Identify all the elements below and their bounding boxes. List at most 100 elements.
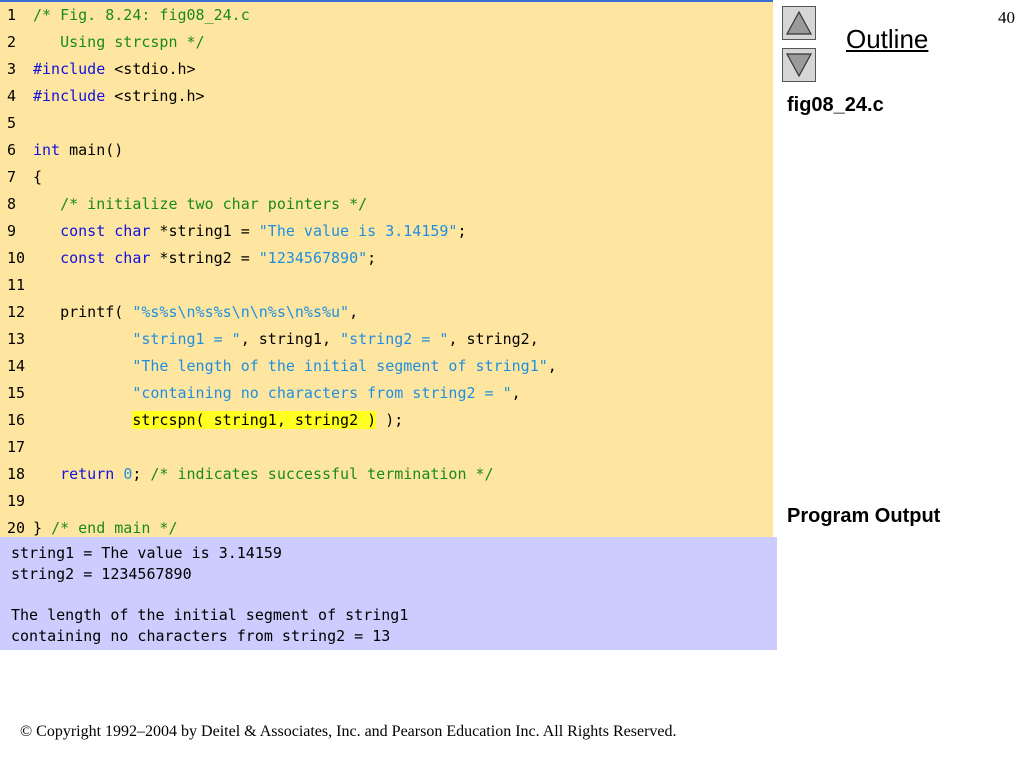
outline-up-button[interactable] bbox=[782, 6, 816, 40]
output-line: string2 = 1234567890 bbox=[11, 564, 192, 583]
code-token: /* initialize two char pointers */ bbox=[33, 195, 368, 213]
code-line: 17 bbox=[0, 434, 773, 461]
code-listing: 1 /* Fig. 8.24: fig08_24.c 2 Using strcspn… bbox=[0, 0, 773, 539]
line-number: 8 bbox=[7, 195, 17, 213]
program-output-label: Program Output bbox=[787, 505, 941, 527]
code-token: char bbox=[114, 249, 151, 267]
line-number: 1 bbox=[7, 6, 17, 24]
code-token: , bbox=[511, 384, 521, 402]
code-text: Using strcspn */ bbox=[33, 29, 205, 56]
code-line: 6 int main() bbox=[0, 137, 773, 164]
line-number: 7 bbox=[7, 168, 17, 186]
code-token: "The length of the initial segment of st… bbox=[132, 357, 548, 375]
code-line: 18 return 0; /* indicates successful ter… bbox=[0, 461, 773, 488]
triangle-down-icon bbox=[786, 53, 812, 78]
line-number: 12 bbox=[7, 303, 26, 321]
code-token: "%s%s\n%s%s\n\n%s\n%s%u" bbox=[132, 303, 350, 321]
code-token: "The value is 3.14159" bbox=[258, 222, 458, 240]
line-number: 14 bbox=[7, 357, 26, 375]
code-token: ; bbox=[132, 465, 151, 483]
code-token: /* indicates successful termination */ bbox=[150, 465, 494, 483]
code-token: Using strcspn */ bbox=[33, 33, 205, 51]
code-line: 11 bbox=[0, 272, 773, 299]
code-text: #include <stdio.h> bbox=[33, 56, 196, 83]
code-token: char bbox=[114, 222, 151, 240]
code-token: strcspn( string1, string2 ) bbox=[132, 411, 377, 429]
code-line: 13 "string1 = ", string1, "string2 = ", … bbox=[0, 326, 773, 353]
outline-link[interactable]: Outline bbox=[846, 24, 928, 55]
triangle-up-icon bbox=[786, 10, 812, 35]
code-text: printf( "%s%s\n%s%s\n\n%s\n%s%u", bbox=[33, 299, 358, 326]
line-number: 3 bbox=[7, 60, 17, 78]
code-token: , string1, bbox=[240, 330, 341, 348]
code-token: /* Fig. 8.24: fig08_24.c bbox=[33, 6, 250, 24]
code-token: , bbox=[349, 303, 359, 321]
code-line: 1 /* Fig. 8.24: fig08_24.c bbox=[0, 2, 773, 29]
program-output-panel: string1 = The value is 3.14159 string2 = … bbox=[0, 537, 777, 650]
code-token: ); bbox=[376, 411, 404, 429]
code-token: return bbox=[60, 465, 115, 483]
code-line: 2 Using strcspn */ bbox=[0, 29, 773, 56]
code-token: 0 bbox=[123, 465, 133, 483]
line-number: 4 bbox=[7, 87, 17, 105]
code-line: 3 #include <stdio.h> bbox=[0, 56, 773, 83]
code-token: main() bbox=[60, 141, 124, 159]
code-text: { bbox=[33, 164, 42, 191]
code-text: "containing no characters from string2 =… bbox=[33, 380, 521, 407]
code-token: , string2, bbox=[448, 330, 539, 348]
code-token: { bbox=[33, 168, 43, 186]
code-line: 12 printf( "%s%s\n%s%s\n\n%s\n%s%u", bbox=[0, 299, 773, 326]
code-token: #include bbox=[33, 60, 106, 78]
output-line: string1 = The value is 3.14159 bbox=[11, 544, 282, 562]
line-number: 9 bbox=[7, 222, 17, 240]
code-token: const bbox=[60, 222, 106, 240]
output-line: containing no characters from string2 = … bbox=[11, 626, 391, 645]
line-number: 6 bbox=[7, 141, 17, 159]
page-number: 40 bbox=[998, 8, 1015, 27]
code-token: } bbox=[33, 519, 52, 537]
code-line: 9 const char *string1 = "The value is 3.… bbox=[0, 218, 773, 245]
line-number: 5 bbox=[7, 114, 17, 132]
code-text: "The length of the initial segment of st… bbox=[33, 353, 557, 380]
line-number: 19 bbox=[7, 492, 26, 510]
code-token: ; bbox=[367, 249, 377, 267]
code-token: <stdio.h> bbox=[105, 60, 196, 78]
code-text: /* initialize two char pointers */ bbox=[33, 191, 367, 218]
code-text: /* Fig. 8.24: fig08_24.c bbox=[33, 2, 250, 29]
code-line: 15 "containing no characters from string… bbox=[0, 380, 773, 407]
code-token: "string2 = " bbox=[340, 330, 449, 348]
code-token: printf( bbox=[33, 303, 133, 321]
code-token: "containing no characters from string2 =… bbox=[132, 384, 512, 402]
outline-down-button[interactable] bbox=[782, 48, 816, 82]
code-token: ; bbox=[457, 222, 467, 240]
code-line: 19 bbox=[0, 488, 773, 515]
line-number: 16 bbox=[7, 411, 26, 429]
code-line: 4 #include <string.h> bbox=[0, 83, 773, 110]
code-token: int bbox=[33, 141, 61, 159]
line-number: 10 bbox=[7, 249, 26, 267]
code-text: return 0; /* indicates successful termin… bbox=[33, 461, 494, 488]
code-line: 10 const char *string2 = "1234567890"; bbox=[0, 245, 773, 272]
code-token: #include bbox=[33, 87, 106, 105]
code-line: 8 /* initialize two char pointers */ bbox=[0, 191, 773, 218]
code-token: , bbox=[547, 357, 557, 375]
code-text: #include <string.h> bbox=[33, 83, 205, 110]
code-text: int main() bbox=[33, 137, 123, 164]
line-number: 17 bbox=[7, 438, 26, 456]
code-text: strcspn( string1, string2 ) ); bbox=[33, 407, 403, 434]
code-line: 16 strcspn( string1, string2 ) ); bbox=[0, 407, 773, 434]
code-line: 14 "The length of the initial segment of… bbox=[0, 353, 773, 380]
code-token: const bbox=[60, 249, 106, 267]
line-number: 11 bbox=[7, 276, 26, 294]
code-token: *string2 = bbox=[150, 249, 259, 267]
code-token: "string1 = " bbox=[132, 330, 241, 348]
